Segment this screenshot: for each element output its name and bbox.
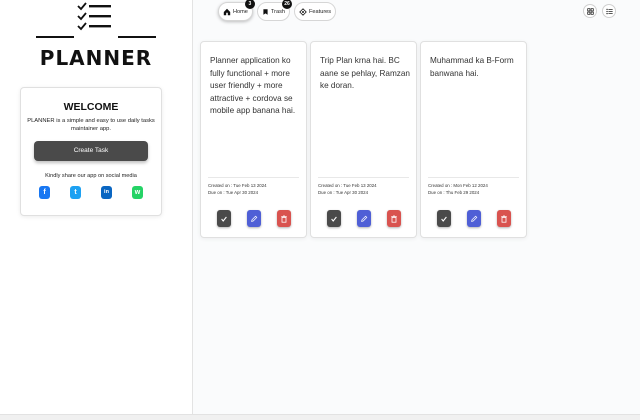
task-actions <box>311 210 416 227</box>
checklist-icon <box>77 2 111 31</box>
task-divider <box>208 177 299 178</box>
tab-trash[interactable]: Trash 26 <box>256 0 293 21</box>
pencil-icon <box>360 215 367 222</box>
mark-done-button[interactable] <box>216 210 231 227</box>
mark-done-button[interactable] <box>326 210 341 227</box>
home-count-badge: 3 <box>244 0 255 9</box>
twitter-icon[interactable]: t <box>70 186 81 199</box>
facebook-icon[interactable]: f <box>39 186 50 199</box>
grid-icon <box>586 7 594 15</box>
task-actions <box>201 210 306 227</box>
mark-done-button[interactable] <box>436 210 451 227</box>
top-nav: Home 3 Trash 26 Features <box>218 0 337 22</box>
task-card: Trip Plan krna hai. BC aane se pehlay, R… <box>310 41 417 238</box>
task-card: Muhammad ka B-Form banwana hai. Created … <box>420 41 527 238</box>
features-icon <box>299 7 307 16</box>
social-links: f t in w <box>21 186 161 199</box>
task-text: Planner application ko fully functional … <box>210 56 296 115</box>
list-view-button[interactable] <box>602 4 616 18</box>
delete-task-button[interactable] <box>276 210 291 227</box>
welcome-card: WELCOME PLANNER is a simple and easy to … <box>20 87 162 216</box>
create-task-button[interactable]: Create Task <box>34 141 148 161</box>
linkedin-icon[interactable]: in <box>101 186 112 199</box>
task-created-date: Created on : Tue Feb 13 2024 <box>318 183 377 188</box>
welcome-title: WELCOME <box>63 101 119 113</box>
task-due-date: Due on : Tue Apr 30 2024 <box>208 190 259 195</box>
edit-task-button[interactable] <box>466 210 481 227</box>
delete-task-button[interactable] <box>496 210 511 227</box>
task-text: Trip Plan krna hai. BC aane se pehlay, R… <box>320 56 410 90</box>
grid-view-button[interactable] <box>583 4 597 18</box>
logo-text: PLANNER <box>39 46 153 70</box>
edit-task-button[interactable] <box>356 210 371 227</box>
sidebar: PLANNER WELCOME PLANNER is a simple and … <box>0 0 193 414</box>
trash-icon <box>280 214 287 223</box>
planner-logo[interactable]: PLANNER <box>36 2 156 72</box>
list-icon <box>605 8 613 14</box>
task-due-date: Due on : Tue Apr 30 2024 <box>318 190 369 195</box>
tab-features-label: Features <box>309 8 332 15</box>
trash-icon <box>500 214 507 223</box>
tab-features[interactable]: Features <box>294 2 337 21</box>
home-icon <box>223 8 231 15</box>
trash-icon <box>390 214 397 223</box>
check-icon <box>330 216 337 222</box>
logo-line-right <box>118 36 156 38</box>
task-divider <box>428 177 519 178</box>
tab-trash-label: Trash <box>270 8 286 15</box>
trash-icon <box>263 8 268 15</box>
trash-count-badge: 26 <box>282 0 293 9</box>
share-text: Kindly share our app on social media <box>45 173 137 179</box>
pencil-icon <box>250 215 257 222</box>
logo-line-left <box>36 36 74 38</box>
check-icon <box>220 216 227 222</box>
task-text: Muhammad ka B-Form banwana hai. <box>430 56 514 78</box>
task-dates: Created on : Tue Feb 13 2024 Due on : Tu… <box>318 182 377 196</box>
delete-task-button[interactable] <box>386 210 401 227</box>
task-created-date: Created on : Mon Feb 12 2024 <box>428 183 488 188</box>
tab-home-label: Home <box>233 8 248 15</box>
task-created-date: Created on : Tue Feb 13 2024 <box>208 183 267 188</box>
whatsapp-icon[interactable]: w <box>132 186 143 199</box>
welcome-description: PLANNER is a simple and easy to use dail… <box>27 118 155 132</box>
task-card: Planner application ko fully functional … <box>200 41 307 238</box>
pencil-icon <box>470 215 477 222</box>
task-actions <box>421 210 526 227</box>
task-due-date: Due on : Thu Feb 29 2024 <box>428 190 480 195</box>
tab-home[interactable]: Home 3 <box>218 0 255 21</box>
edit-task-button[interactable] <box>246 210 261 227</box>
task-dates: Created on : Tue Feb 13 2024 Due on : Tu… <box>208 182 267 196</box>
page-bottom-edge <box>0 414 640 420</box>
task-dates: Created on : Mon Feb 12 2024 Due on : Th… <box>428 182 488 196</box>
check-icon <box>440 216 447 222</box>
task-divider <box>318 177 409 178</box>
